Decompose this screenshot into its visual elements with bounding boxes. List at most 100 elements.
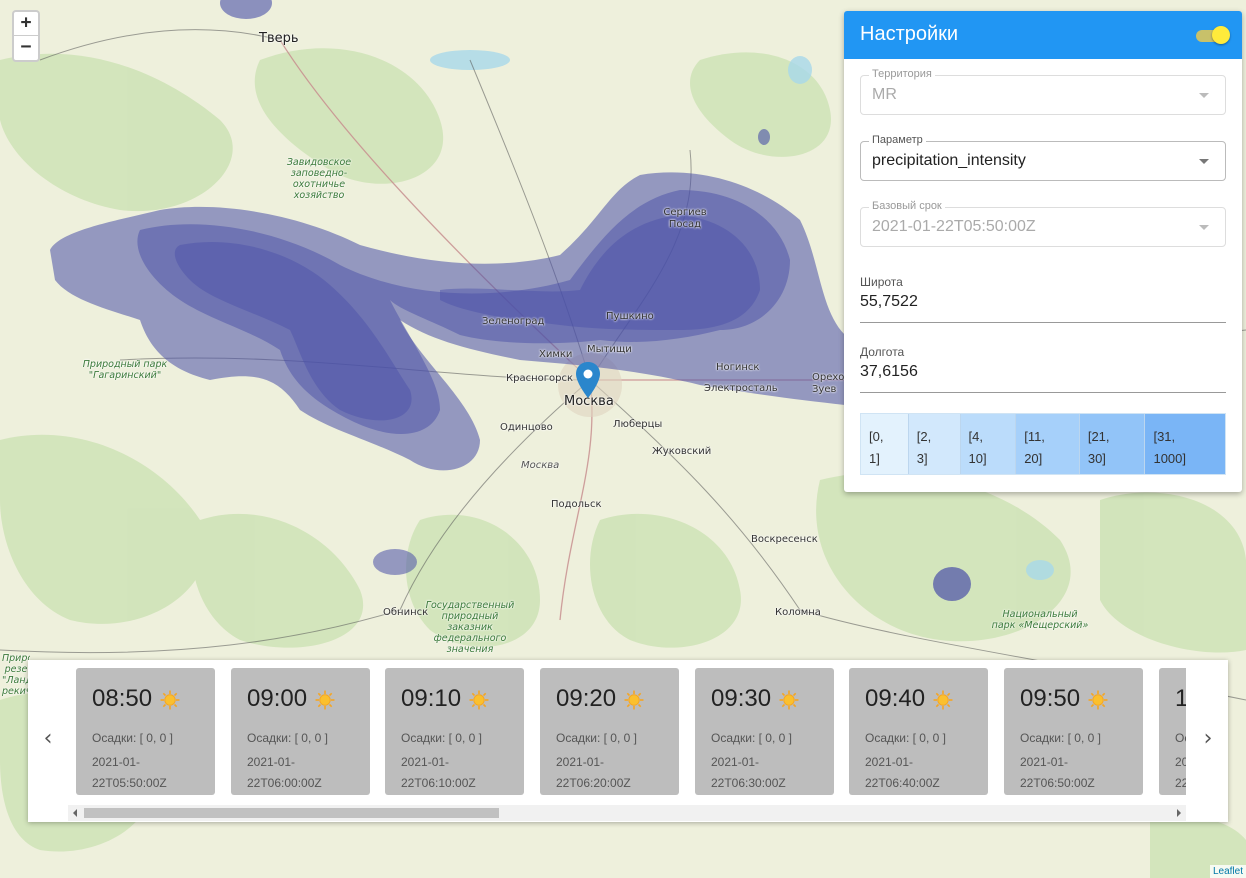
timeline-scrollbar[interactable] xyxy=(68,805,1186,821)
zoom-control: + − xyxy=(12,10,40,62)
city-label: Коломна xyxy=(775,607,821,618)
latitude-field[interactable]: Широта 55,7522 xyxy=(860,275,1226,323)
dropdown-arrow-icon xyxy=(1199,159,1209,164)
map-attribution[interactable]: Leaflet xyxy=(1209,865,1246,878)
longitude-label: Долгота xyxy=(860,345,905,359)
dropdown-arrow-icon xyxy=(1199,93,1209,98)
card-precipitation: Осадки: [ 0, 0 ] xyxy=(865,731,946,745)
card-date: 2021-01- 22T06:50:00Z xyxy=(1020,755,1095,790)
sun-icon xyxy=(624,690,644,710)
territory-value: MR xyxy=(872,86,897,103)
parameter-select[interactable]: Параметр precipitation_intensity xyxy=(860,134,1226,181)
forecast-card[interactable]: 1 Ос 2022 xyxy=(1159,668,1186,795)
city-label: Зеленоград xyxy=(482,316,545,327)
city-label: Одинцово xyxy=(500,422,553,433)
legend-cell: [0, 1] xyxy=(861,414,909,474)
card-precipitation: Осадки: [ 0, 0 ] xyxy=(92,731,173,745)
parameter-value: precipitation_intensity xyxy=(872,152,1026,169)
reserve-label: Завидовское заповедно-охотничье хозяйств… xyxy=(286,157,352,201)
card-time: 09:50 xyxy=(1020,685,1081,712)
forecast-card[interactable]: 09:40 Осадки: [ 0, 0 ] 2021-01- 22T06:40:… xyxy=(849,668,988,795)
latitude-value[interactable]: 55,7522 xyxy=(860,293,918,311)
city-label: Пушкино xyxy=(606,311,654,322)
precipitation-legend: [0, 1] [2, 3] [4, 10] [11, 20] [21, 30] [31, 1… xyxy=(860,413,1226,475)
city-label: Подольск xyxy=(551,499,602,510)
sun-icon xyxy=(469,690,489,710)
card-time: 09:30 xyxy=(711,685,772,712)
card-precipitation: Осадки: [ 0, 0 ] xyxy=(247,731,328,745)
city-label: Тверь xyxy=(259,31,299,46)
card-date: 2021-01- 22T06:20:00Z xyxy=(556,755,631,790)
sun-icon xyxy=(933,690,953,710)
scroll-right-icon[interactable] xyxy=(1177,809,1181,817)
card-precipitation: Осадки: [ 0, 0 ] xyxy=(1020,731,1101,745)
card-time: 08:50 xyxy=(92,685,153,712)
card-time: 09:40 xyxy=(865,685,926,712)
legend-cell: [31, 1000] xyxy=(1145,414,1225,474)
city-label: Воскресенск xyxy=(751,534,818,545)
longitude-value[interactable]: 37,6156 xyxy=(860,363,918,381)
card-date: 2021-01- 22T06:30:00Z xyxy=(711,755,786,790)
city-label: Красногорск xyxy=(506,373,573,384)
location-marker-icon[interactable] xyxy=(576,362,600,398)
sun-icon xyxy=(160,690,180,710)
timeline-cards: 08:50 Осадки: [ 0, 0 ] 2021-01- 22T05:50:… xyxy=(76,668,1186,796)
parameter-label: Параметр xyxy=(869,134,926,146)
forecast-card[interactable]: 09:00 Осадки: [ 0, 0 ] 2021-01- 22T06:00:… xyxy=(231,668,370,795)
territory-label: Территория xyxy=(869,68,935,80)
city-label: Сергиев Посад xyxy=(663,207,707,230)
legend-cell: [11, 20] xyxy=(1016,414,1080,474)
card-time: 1 xyxy=(1175,685,1186,712)
forecast-card[interactable]: 09:10 Осадки: [ 0, 0 ] 2021-01- 22T06:10:… xyxy=(385,668,524,795)
reserve-label: Природный резе "Ланд рекич xyxy=(2,653,30,697)
card-date: 2021-01- 22T05:50:00Z xyxy=(92,755,167,790)
zoom-out-button[interactable]: − xyxy=(14,36,38,60)
sun-icon xyxy=(779,690,799,710)
city-label: Москва xyxy=(521,460,560,471)
base-time-select[interactable]: Базовый срок 2021-01-22T05:50:00Z xyxy=(860,200,1226,247)
card-time: 09:00 xyxy=(247,685,308,712)
sun-icon xyxy=(315,690,335,710)
dropdown-arrow-icon xyxy=(1199,225,1209,230)
timeline-prev-button[interactable]: ‹ xyxy=(38,726,58,751)
settings-header: Настройки xyxy=(844,11,1242,59)
scrollbar-thumb[interactable] xyxy=(84,808,499,818)
card-time: 09:10 xyxy=(401,685,462,712)
longitude-field[interactable]: Долгота 37,6156 xyxy=(860,345,1226,393)
forecast-card[interactable]: 09:30 Осадки: [ 0, 0 ] 2021-01- 22T06:30:… xyxy=(695,668,834,795)
settings-panel: Настройки Территория MR Параметр precipi… xyxy=(844,11,1242,492)
city-label: Жуковский xyxy=(652,446,712,457)
card-precipitation: Ос xyxy=(1175,731,1186,745)
card-precipitation: Осадки: [ 0, 0 ] xyxy=(556,731,637,745)
legend-cell: [2, 3] xyxy=(908,414,961,474)
settings-toggle[interactable] xyxy=(1194,25,1230,45)
city-label: Химки xyxy=(539,349,573,360)
forecast-card[interactable]: 08:50 Осадки: [ 0, 0 ] 2021-01- 22T05:50:… xyxy=(76,668,215,795)
card-precipitation: Осадки: [ 0, 0 ] xyxy=(711,731,792,745)
scroll-left-icon[interactable] xyxy=(73,809,77,817)
base-time-value: 2021-01-22T05:50:00Z xyxy=(872,218,1036,235)
sun-icon xyxy=(1088,690,1108,710)
territory-select[interactable]: Территория MR xyxy=(860,68,1226,115)
card-date: 20 22 xyxy=(1175,755,1186,790)
timeline-next-button[interactable]: › xyxy=(1198,726,1218,751)
legend-cell: [4, 10] xyxy=(960,414,1017,474)
base-time-label: Базовый срок xyxy=(869,200,945,212)
card-date: 2021-01- 22T06:00:00Z xyxy=(247,755,322,790)
card-precipitation: Осадки: [ 0, 0 ] xyxy=(401,731,482,745)
city-label: Люберцы xyxy=(613,419,663,430)
legend-cell: [21, 30] xyxy=(1079,414,1146,474)
card-time: 09:20 xyxy=(556,685,617,712)
city-label: Мытищи xyxy=(587,344,632,355)
reserve-label: Государственный природный заказник федер… xyxy=(425,600,515,655)
zoom-in-button[interactable]: + xyxy=(14,12,38,36)
forecast-card[interactable]: 09:50 Осадки: [ 0, 0 ] 2021-01- 22T06:50:… xyxy=(1004,668,1143,795)
latitude-label: Широта xyxy=(860,275,903,289)
card-date: 2021-01- 22T06:40:00Z xyxy=(865,755,940,790)
city-label: Электросталь xyxy=(704,383,778,394)
forecast-timeline: ‹ 08:50 Осадки: [ 0, 0 ] 2021-01- 22T05:5… xyxy=(28,660,1228,822)
city-label: Ногинск xyxy=(716,362,760,373)
city-label: Орехо Зуев xyxy=(812,372,844,395)
forecast-card[interactable]: 09:20 Осадки: [ 0, 0 ] 2021-01- 22T06:20:… xyxy=(540,668,679,795)
reserve-label: Национальный парк «Мещерский» xyxy=(991,609,1089,631)
